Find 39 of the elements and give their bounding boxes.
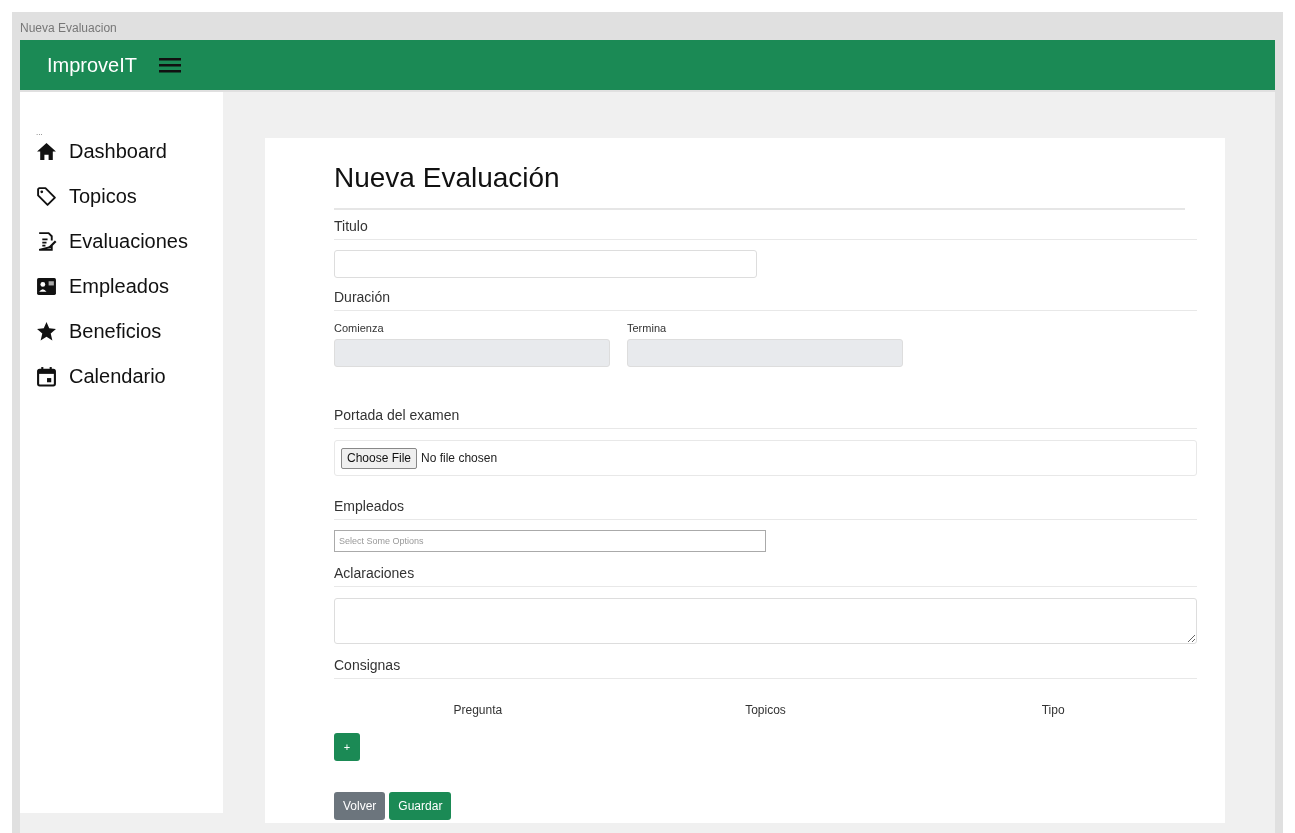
text-field[interactable] bbox=[334, 250, 757, 278]
brand-name[interactable]: ImproveIT bbox=[47, 50, 138, 80]
add-button[interactable]: + bbox=[334, 733, 360, 761]
star-icon bbox=[36, 320, 57, 342]
file-status: No file chosen bbox=[421, 450, 498, 467]
tag-icon bbox=[36, 185, 57, 207]
contact-card-icon bbox=[36, 275, 57, 297]
sidebar-item[interactable]: Calendario bbox=[36, 363, 172, 389]
sidebar-item[interactable]: Topicos bbox=[36, 183, 143, 209]
page-heading: Nueva Evaluación bbox=[334, 162, 561, 194]
form-button[interactable]: Guardar bbox=[389, 792, 452, 820]
choose-file-button[interactable]: Choose File bbox=[341, 447, 418, 469]
sidebar-item[interactable]: Empleados bbox=[36, 273, 176, 299]
field-label: Termina bbox=[627, 322, 668, 335]
section-label: Portada del examen bbox=[334, 407, 460, 423]
column-header: Tipo bbox=[1041, 702, 1065, 719]
field-label: Comienza bbox=[334, 322, 385, 335]
sidebar-item[interactable]: Dashboard bbox=[36, 138, 173, 164]
section-label: Duración bbox=[334, 289, 391, 305]
column-header: Topicos bbox=[745, 702, 786, 719]
document-edit-icon bbox=[36, 230, 57, 252]
ellipsis-mark: ... bbox=[36, 130, 44, 136]
text-area[interactable] bbox=[334, 598, 1197, 644]
section-label: Titulo bbox=[334, 218, 368, 234]
sidebar-item[interactable]: Evaluaciones bbox=[36, 228, 194, 254]
date-field[interactable] bbox=[334, 339, 610, 367]
section-label: Aclaraciones bbox=[334, 565, 415, 581]
section-label: Empleados bbox=[334, 498, 405, 514]
sidebar-item[interactable]: Beneficios bbox=[36, 318, 168, 344]
section-label: Consignas bbox=[334, 657, 401, 673]
menu-icon[interactable] bbox=[159, 57, 182, 73]
window-title: Nueva Evaluacion bbox=[20, 20, 117, 37]
calendar-icon bbox=[36, 365, 57, 387]
home-icon bbox=[36, 140, 57, 162]
file-field[interactable]: Choose File No file chosen bbox=[334, 440, 1197, 476]
multi-select-field[interactable]: Select Some Options bbox=[334, 530, 766, 552]
date-field[interactable] bbox=[627, 339, 903, 367]
column-header: Pregunta bbox=[453, 702, 503, 719]
form-button[interactable]: Volver bbox=[334, 792, 386, 820]
